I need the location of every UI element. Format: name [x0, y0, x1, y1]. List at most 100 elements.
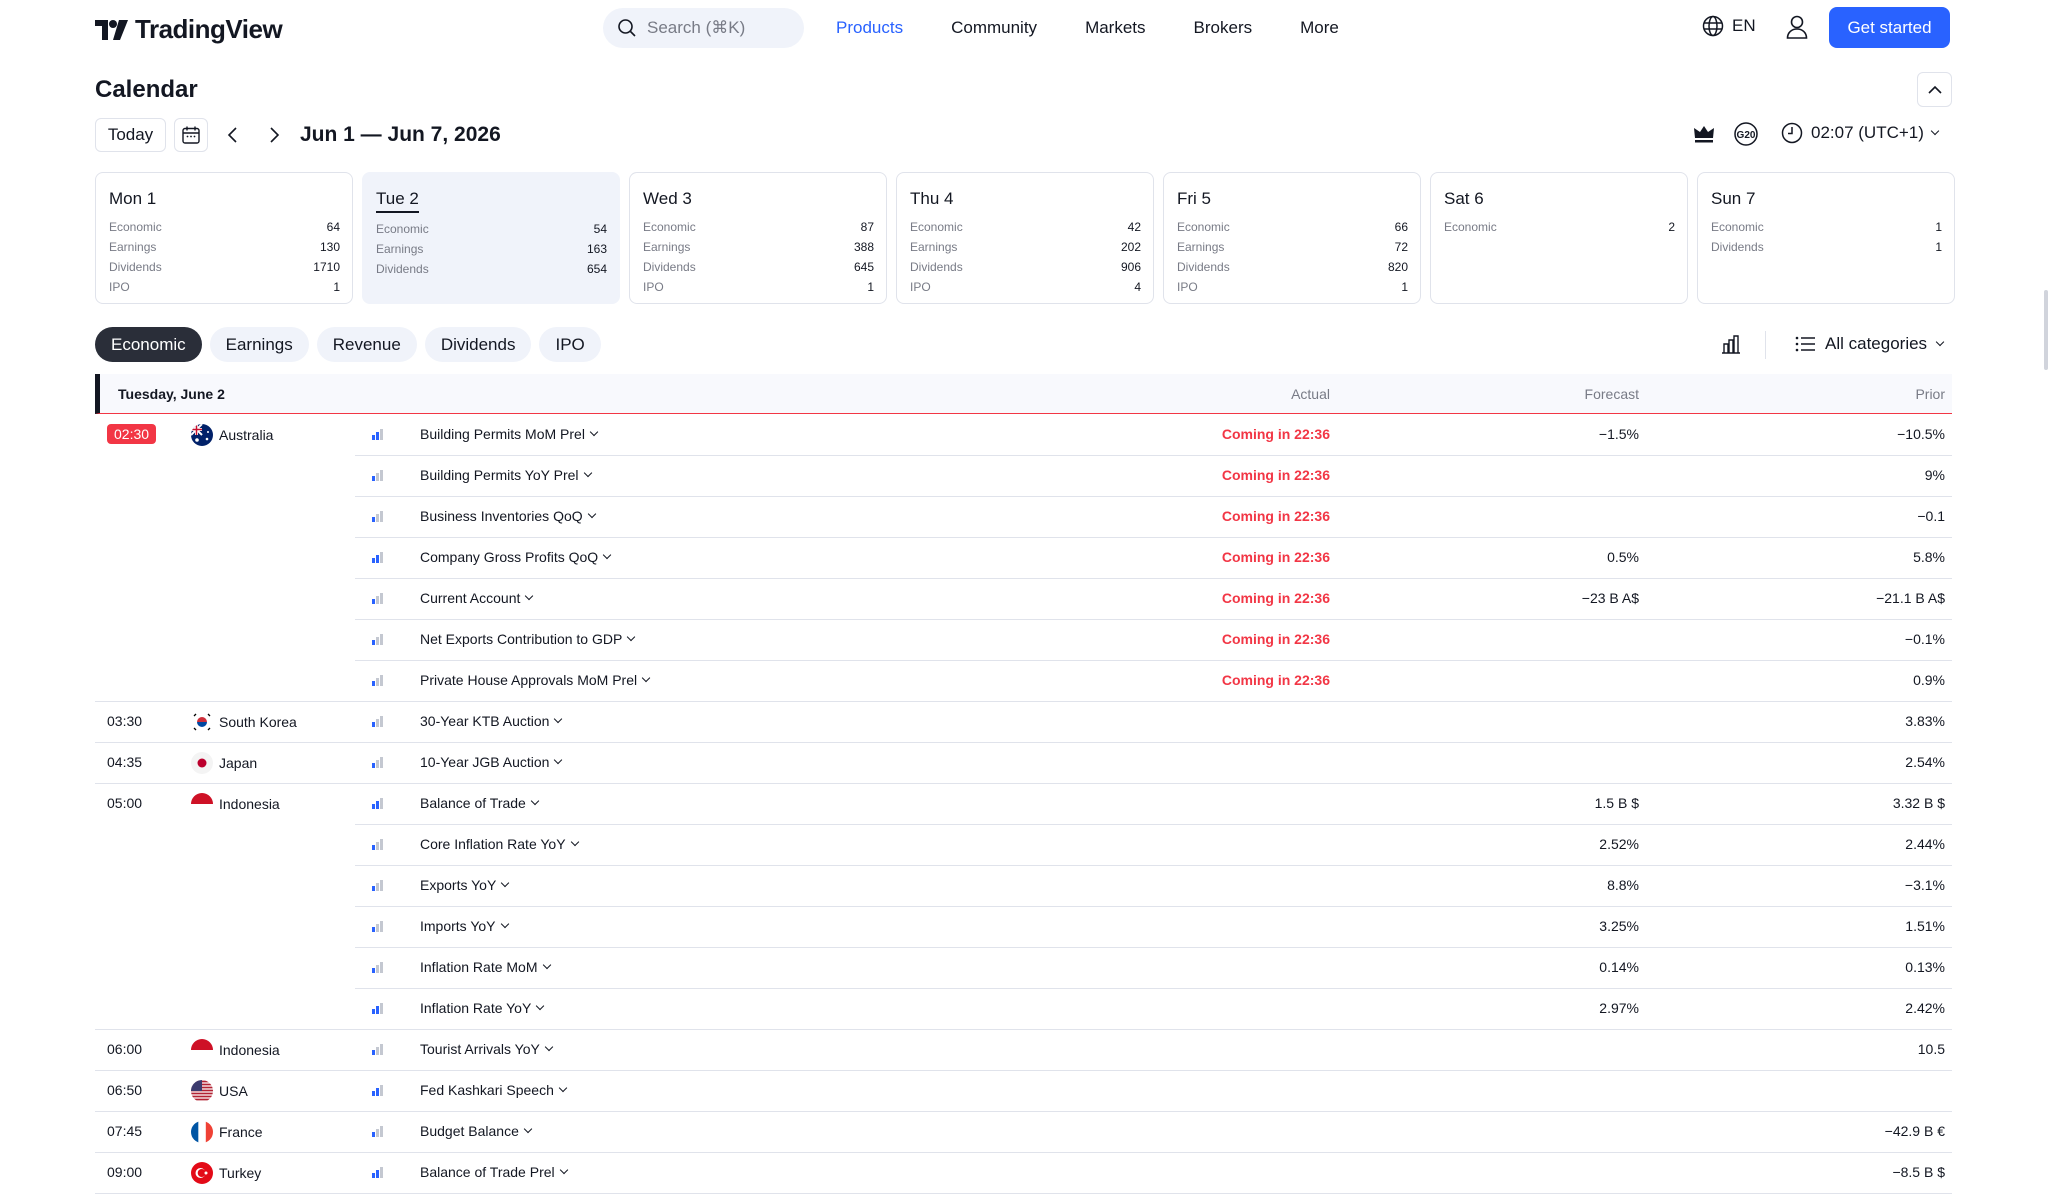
date-range: Jun 1 — Jun 7, 2026	[300, 123, 501, 146]
day-stat-label: Economic	[1444, 220, 1497, 234]
table-row[interactable]: Building Permits YoY Prel Coming in 22:36…	[95, 456, 1952, 497]
day-stat: Earnings 163	[376, 242, 607, 262]
chevron-down-icon	[558, 1083, 568, 1093]
day-stat: Dividends 1	[1711, 240, 1942, 260]
table-row[interactable]: Company Gross Profits QoQ Coming in 22:36…	[95, 538, 1952, 579]
table-row[interactable]: Imports YoY 3.25% 1.51%	[95, 907, 1952, 948]
tab-ipo[interactable]: IPO	[539, 327, 601, 362]
list-icon	[1795, 336, 1815, 352]
event-forecast: −23 B A$	[1581, 590, 1639, 606]
table-row[interactable]: Private House Approvals MoM Prel Coming i…	[95, 661, 1952, 702]
nav-products[interactable]: Products	[836, 18, 903, 38]
categories-dropdown[interactable]: All categories	[1795, 334, 1945, 354]
day-card[interactable]: Sun 7 Economic 1 Dividends 1	[1697, 172, 1955, 304]
tab-dividends[interactable]: Dividends	[424, 327, 532, 362]
table-row[interactable]: 09:00 Turkey Balance of Trade Prel −8.5 B $	[95, 1153, 1952, 1194]
table-row[interactable]: 02:30 Australia Building Permits MoM Prel C…	[95, 415, 1952, 456]
event-name[interactable]: Inflation Rate MoM	[420, 959, 551, 975]
table-row[interactable]: 05:00 Indonesia Balance of Trade 1.5 B $ 3.3…	[95, 784, 1952, 825]
event-name[interactable]: Building Permits MoM Prel	[420, 426, 599, 442]
tradingview-logo[interactable]: TradingView	[95, 14, 283, 45]
table-row[interactable]: 06:50 USA Fed Kashkari Speech	[95, 1071, 1952, 1112]
crown-icon[interactable]	[1693, 124, 1715, 144]
day-stat-label: Dividends	[910, 260, 963, 274]
event-name[interactable]: Company Gross Profits QoQ	[420, 549, 612, 565]
language-selector[interactable]: EN	[1702, 15, 1756, 37]
collapse-button[interactable]	[1917, 72, 1952, 107]
day-card[interactable]: Mon 1 Economic 64 Earnings 130 Dividends 1710 I…	[95, 172, 353, 304]
previous-week-button[interactable]	[222, 124, 244, 146]
event-prior: 5.8%	[1913, 549, 1945, 565]
table-row[interactable]: Exports YoY 8.8% −3.1%	[95, 866, 1952, 907]
get-started-button[interactable]: Get started	[1829, 7, 1950, 48]
tab-revenue[interactable]: Revenue	[316, 327, 417, 362]
day-name: Thu 4	[910, 189, 954, 208]
search-input[interactable]: Search (⌘K)	[603, 8, 804, 48]
event-name[interactable]: 30-Year KTB Auction	[420, 713, 563, 729]
chevron-down-icon	[627, 632, 636, 642]
tab-economic[interactable]: Economic	[95, 327, 202, 362]
table-row[interactable]: Current Account Coming in 22:36 −23 B A$ −2…	[95, 579, 1952, 620]
today-button[interactable]: Today	[95, 118, 166, 152]
table-row[interactable]: 07:45 France Budget Balance −42.9 B €	[95, 1112, 1952, 1153]
page-title: Calendar	[95, 76, 198, 103]
event-name[interactable]: Business Inventories QoQ	[420, 508, 596, 524]
day-card[interactable]: Thu 4 Economic 42 Earnings 202 Dividends 906 IP…	[896, 172, 1154, 304]
next-week-button[interactable]	[263, 124, 285, 146]
table-row[interactable]: 03:30 South Korea 30-Year KTB Auction 3.83%	[95, 702, 1952, 743]
table-row[interactable]: Net Exports Contribution to GDP Coming in…	[95, 620, 1952, 661]
day-card[interactable]: Fri 5 Economic 66 Earnings 72 Dividends 820 IPO…	[1163, 172, 1421, 304]
day-stat-value: 87	[860, 220, 874, 234]
table-row[interactable]: 04:35 Japan 10-Year JGB Auction 2.54%	[95, 743, 1952, 784]
timezone-selector[interactable]: 02:07 (UTC+1)	[1781, 122, 1940, 144]
event-name[interactable]: Balance of Trade Prel	[420, 1164, 568, 1180]
day-stat: Economic 1	[1711, 220, 1942, 240]
day-card[interactable]: Wed 3 Economic 87 Earnings 388 Dividends 645 IP…	[629, 172, 887, 304]
event-name[interactable]: Private House Approvals MoM Prel	[420, 672, 651, 688]
day-card[interactable]: Tue 2 Economic 54 Earnings 163 Dividends 654	[362, 172, 620, 304]
day-card[interactable]: Sat 6 Economic 2	[1430, 172, 1688, 304]
event-name[interactable]: Exports YoY	[420, 877, 510, 893]
nav-brokers[interactable]: Brokers	[1194, 18, 1253, 38]
day-stat: IPO 1	[643, 280, 874, 300]
calendar-tabs: Economic Earnings Revenue Dividends IPO	[95, 327, 601, 362]
event-country: South Korea	[191, 711, 297, 733]
event-title: Core Inflation Rate YoY	[420, 836, 566, 852]
day-stat-label: IPO	[109, 280, 130, 294]
event-name[interactable]: Budget Balance	[420, 1123, 533, 1139]
event-name[interactable]: Fed Kashkari Speech	[420, 1082, 568, 1098]
day-stat-label: Dividends	[643, 260, 696, 274]
g20-icon[interactable]: G20	[1733, 121, 1759, 147]
table-row[interactable]: Inflation Rate MoM 0.14% 0.13%	[95, 948, 1952, 989]
event-name[interactable]: Inflation Rate YoY	[420, 1000, 545, 1016]
table-row[interactable]: Inflation Rate YoY 2.97% 2.42%	[95, 989, 1952, 1030]
event-name[interactable]: Net Exports Contribution to GDP	[420, 631, 636, 647]
event-name[interactable]: 10-Year JGB Auction	[420, 754, 563, 770]
event-name[interactable]: Core Inflation Rate YoY	[420, 836, 579, 852]
day-stat: Earnings 72	[1177, 240, 1408, 260]
day-name: Sat 6	[1444, 189, 1484, 208]
date-picker-button[interactable]	[174, 118, 208, 152]
brand-name: TradingView	[135, 14, 283, 44]
search-icon	[618, 19, 636, 37]
user-icon[interactable]	[1786, 15, 1808, 39]
event-name[interactable]: Building Permits YoY Prel	[420, 467, 592, 483]
event-actual: Coming in 22:36	[1221, 549, 1330, 565]
table-row[interactable]: Business Inventories QoQ Coming in 22:36 −…	[95, 497, 1952, 538]
scrollbar[interactable]	[2044, 290, 2048, 370]
importance-icon	[372, 675, 383, 686]
nav-community[interactable]: Community	[951, 18, 1037, 38]
event-name[interactable]: Tourist Arrivals YoY	[420, 1041, 554, 1057]
event-name[interactable]: Imports YoY	[420, 918, 509, 934]
day-stat: Dividends 654	[376, 262, 607, 282]
table-row[interactable]: 06:00 Indonesia Tourist Arrivals YoY 10.5	[95, 1030, 1952, 1071]
event-name[interactable]: Current Account	[420, 590, 534, 606]
nav-more[interactable]: More	[1300, 18, 1339, 38]
event-title: Company Gross Profits QoQ	[420, 549, 599, 565]
table-row[interactable]: Core Inflation Rate YoY 2.52% 2.44%	[95, 825, 1952, 866]
day-stat-label: Economic	[910, 220, 963, 234]
chart-icon[interactable]	[1720, 333, 1742, 355]
nav-markets[interactable]: Markets	[1085, 18, 1145, 38]
event-name[interactable]: Balance of Trade	[420, 795, 540, 811]
tab-earnings[interactable]: Earnings	[209, 327, 309, 362]
